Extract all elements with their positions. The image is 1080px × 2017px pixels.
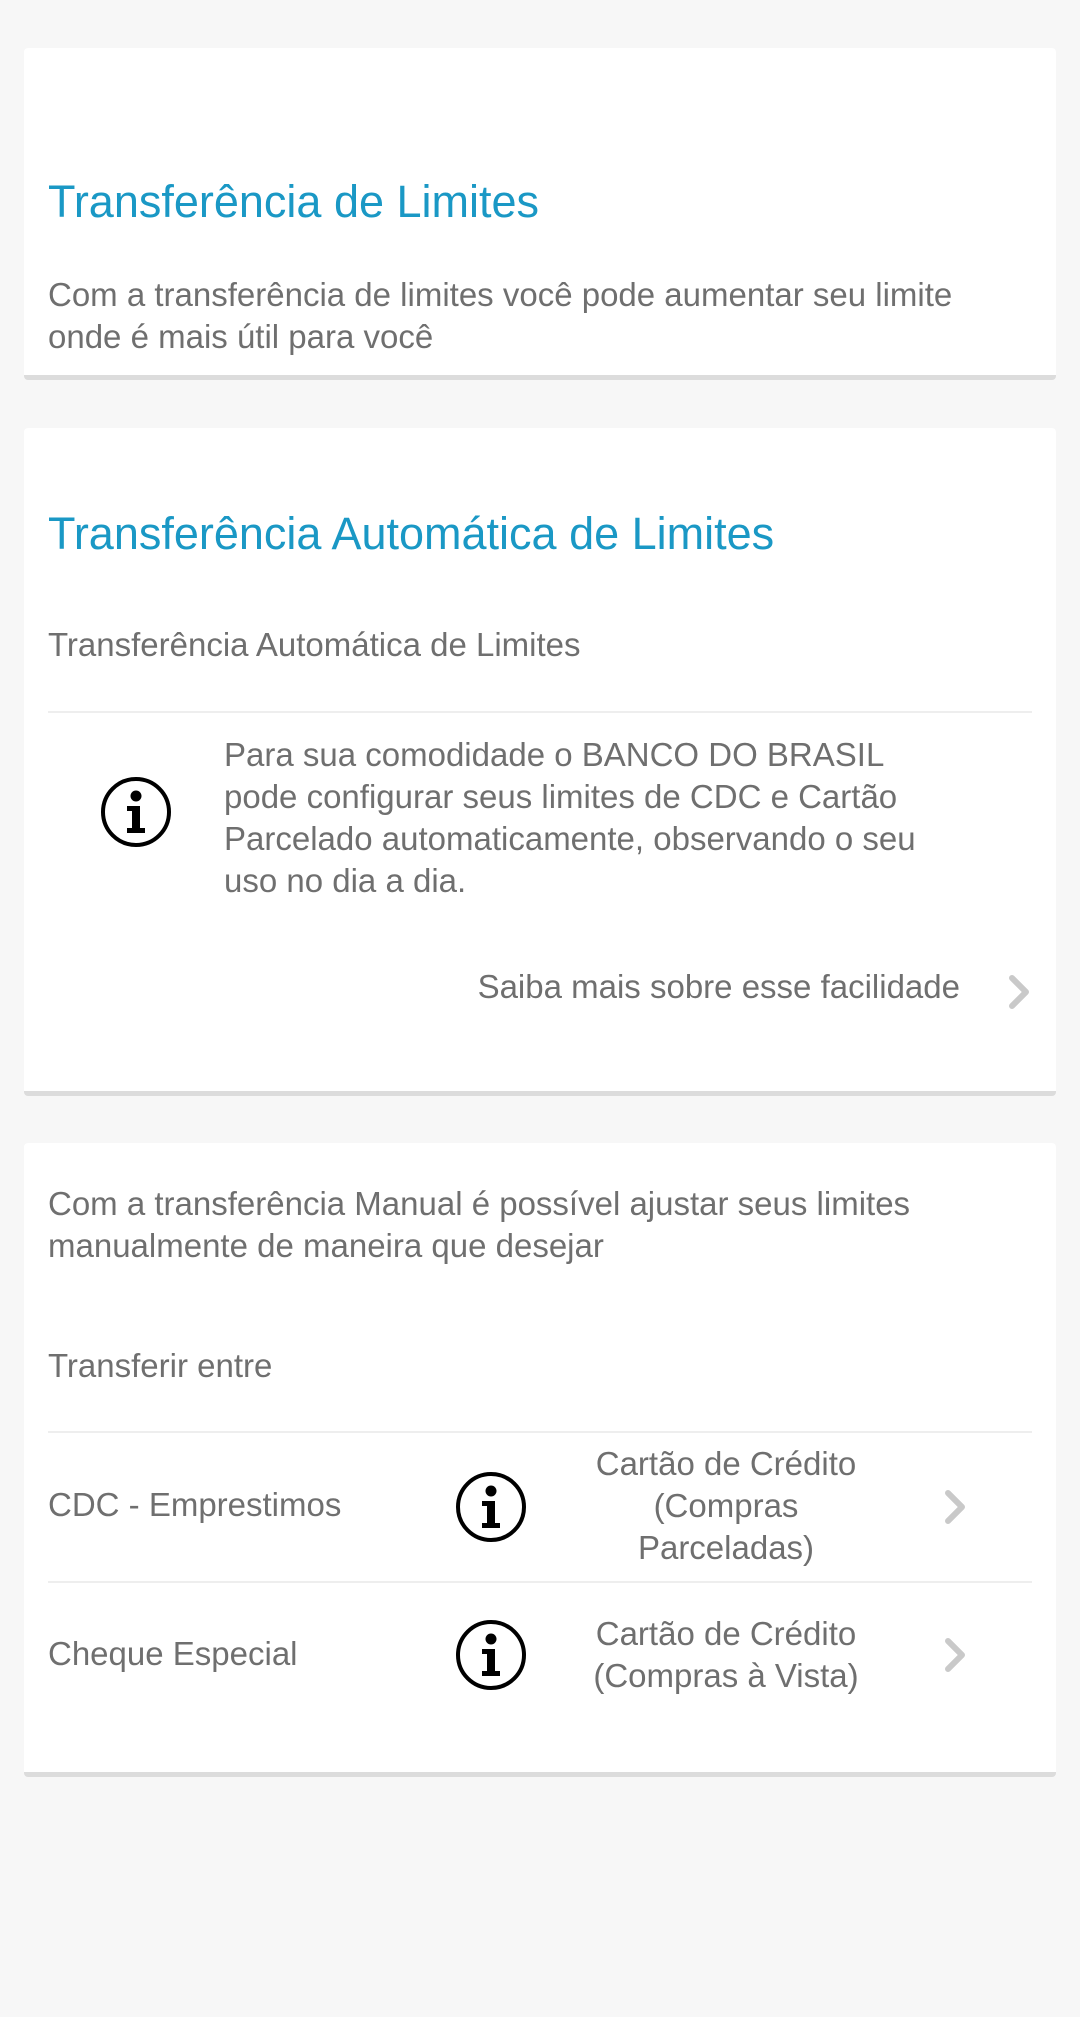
info-circle-icon[interactable] (455, 1471, 527, 1543)
section-label: Transferir entre (48, 1347, 273, 1384)
card-title: Transferência de Limites (48, 176, 540, 227)
transfer-from-label: CDC - Emprestimos (48, 1486, 342, 1523)
chevron-right-icon (945, 1638, 965, 1672)
divider (48, 711, 1032, 713)
card-title: Transferência Automática de Limites (48, 508, 775, 559)
info-text: Para sua comodidade o BANCO DO BRASIL po… (224, 736, 916, 899)
automatic-transfer-card: Transferência Automática de Limites Tran… (24, 428, 1056, 1096)
transfer-option-row[interactable]: CDC - Emprestimos Cartão de Crédito (Com… (24, 1433, 1056, 1581)
learn-more-link[interactable]: Saiba mais sobre esse facilidade (324, 958, 1032, 1018)
chevron-right-icon (945, 1490, 965, 1524)
chevron-right-icon (1009, 975, 1029, 1009)
transfer-option-row[interactable]: Cheque Especial Cartão de Crédito (Compr… (24, 1583, 1056, 1731)
transfer-from-label: Cheque Especial (48, 1635, 298, 1672)
manual-transfer-card: Com a transferência Manual é possível aj… (24, 1143, 1056, 1777)
transfer-to-label: Cartão de Crédito (Compras Parceladas) (595, 1445, 857, 1566)
transfer-limits-card: Transferência de Limites Com a transferê… (24, 48, 1056, 380)
card-description: Com a transferência de limites você pode… (48, 276, 953, 355)
info-circle-icon[interactable] (455, 1619, 527, 1691)
learn-more-label: Saiba mais sobre esse facilidade (477, 968, 960, 1005)
transfer-to-label: Cartão de Crédito (Compras à Vista) (593, 1615, 859, 1694)
info-circle-icon (101, 777, 171, 847)
card-subtitle: Transferência Automática de Limites (48, 626, 581, 663)
card-description: Com a transferência Manual é possível aj… (48, 1185, 911, 1264)
